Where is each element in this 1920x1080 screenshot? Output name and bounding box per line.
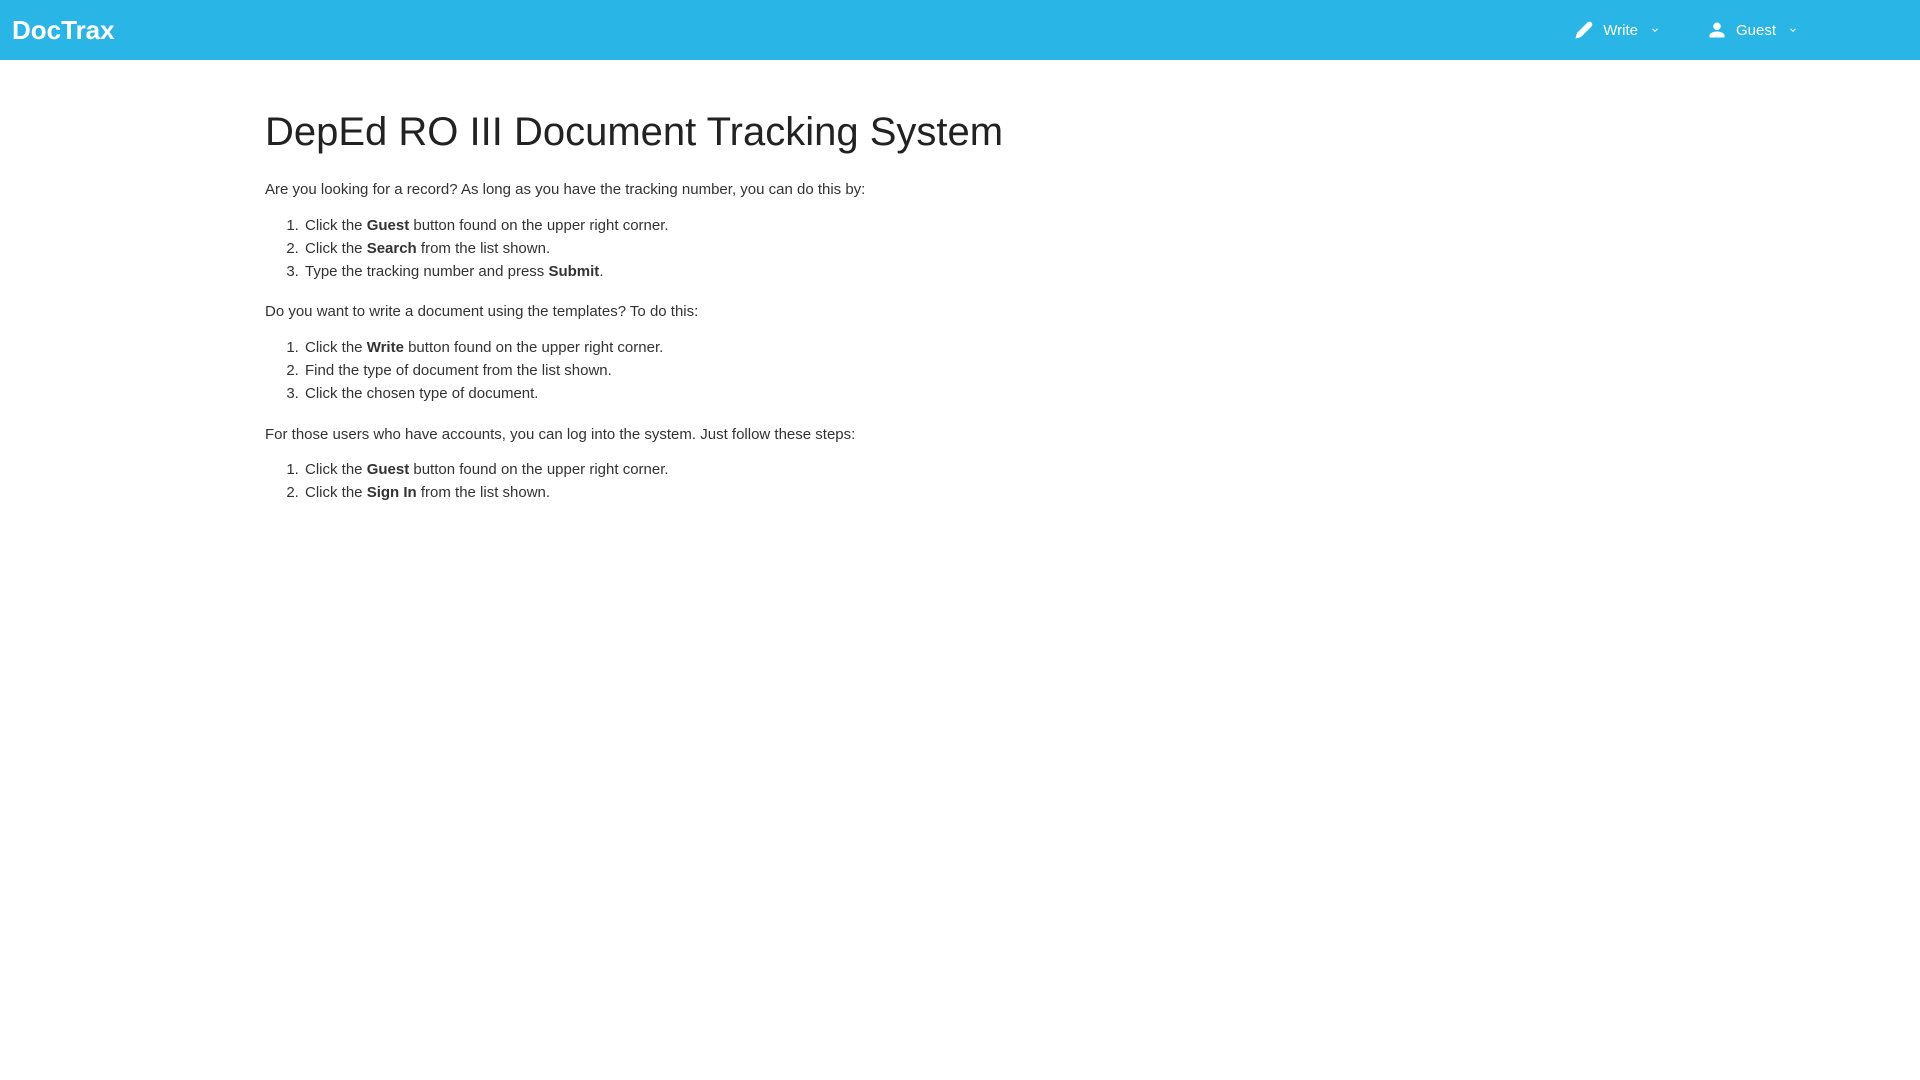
section3-steps: Click the Guest button found on the uppe… xyxy=(303,458,1185,505)
section1-steps: Click the Guest button found on the uppe… xyxy=(303,214,1185,284)
list-item: Click the Write button found on the uppe… xyxy=(303,336,1185,359)
section3-intro: For those users who have accounts, you c… xyxy=(265,424,1185,447)
header: DocTrax Write Guest xyxy=(0,0,1920,60)
list-item: Type the tracking number and press Submi… xyxy=(303,260,1185,283)
section2-steps: Click the Write button found on the uppe… xyxy=(303,336,1185,406)
list-item: Click the Guest button found on the uppe… xyxy=(303,214,1185,237)
write-menu[interactable]: Write xyxy=(1575,21,1660,39)
list-item: Click the Guest button found on the uppe… xyxy=(303,458,1185,481)
list-item: Click the chosen type of document. xyxy=(303,382,1185,405)
pencil-icon xyxy=(1575,21,1593,39)
page-title: DepEd RO III Document Tracking System xyxy=(265,110,1185,155)
main-content: DepEd RO III Document Tracking System Ar… xyxy=(245,60,1205,563)
section2-intro: Do you want to write a document using th… xyxy=(265,301,1185,324)
chevron-down-icon xyxy=(1788,25,1798,35)
chevron-down-icon xyxy=(1650,25,1660,35)
brand-logo[interactable]: DocTrax xyxy=(12,15,115,46)
list-item: Click the Sign In from the list shown. xyxy=(303,481,1185,504)
section1-intro: Are you looking for a record? As long as… xyxy=(265,179,1185,202)
nav-right: Write Guest xyxy=(1575,21,1908,39)
list-item: Find the type of document from the list … xyxy=(303,359,1185,382)
list-item: Click the Search from the list shown. xyxy=(303,237,1185,260)
write-label: Write xyxy=(1603,22,1638,39)
guest-label: Guest xyxy=(1736,22,1776,39)
guest-menu[interactable]: Guest xyxy=(1708,21,1798,39)
user-icon xyxy=(1708,21,1726,39)
